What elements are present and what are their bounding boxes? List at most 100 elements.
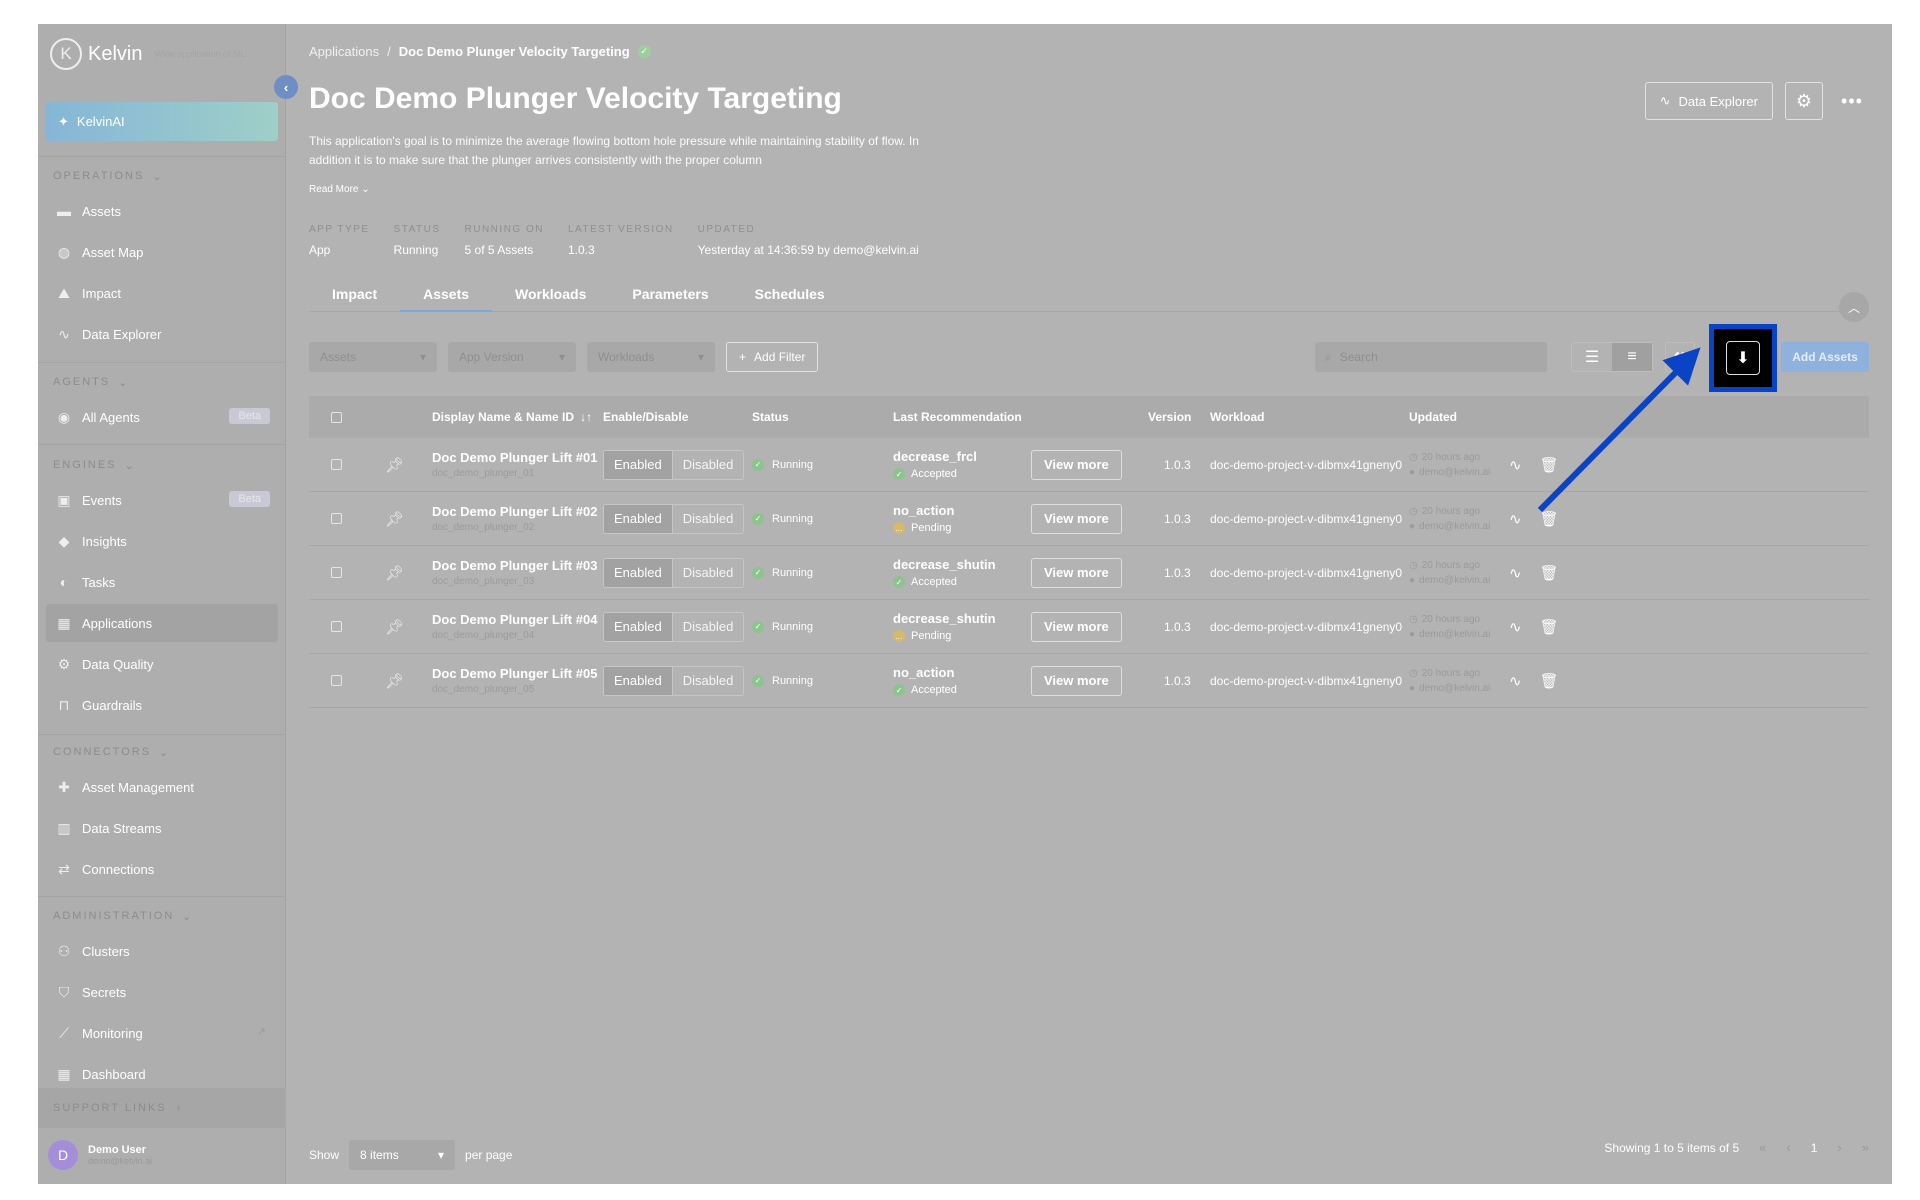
pulse-icon[interactable]: ∿ [1509,456,1522,474]
asset-name-cell[interactable]: Doc Demo Plunger Lift #02 doc_demo_plunge… [432,492,597,545]
trash-icon[interactable]: 🗑︎ [1540,456,1559,474]
last-page-button[interactable]: » [1862,1140,1869,1155]
sidebar-item-all-agents[interactable]: ◉ All Agents Beta [46,398,278,436]
enabled-option[interactable]: Enabled [604,504,673,533]
view-more-button[interactable]: View more [1031,665,1122,696]
trash-icon[interactable]: 🗑︎ [1540,510,1559,528]
sidebar-item-tasks[interactable]: ◐ Tasks [46,563,278,601]
tab-impact[interactable]: Impact [309,286,400,312]
read-more-link[interactable]: Read More ⌄ [309,184,370,195]
settings-button[interactable]: ⚙ [1785,82,1823,120]
view-more-button[interactable]: View more [1031,611,1122,642]
sidebar-item-monitoring[interactable]: ⟋ Monitoring ↗ [46,1014,278,1052]
view-more-button[interactable]: View more [1031,557,1122,588]
row-checkbox[interactable] [331,600,342,653]
asset-name-cell[interactable]: Doc Demo Plunger Lift #05 doc_demo_plunge… [432,654,597,707]
more-options-button[interactable]: ••• [1835,91,1869,112]
trash-icon[interactable]: 🗑︎ [1540,618,1559,636]
kelvinai-button[interactable]: ✦ KelvinAI [46,102,278,141]
compact-view-button[interactable]: ☰ [1572,343,1612,371]
table-row[interactable]: 📌︎ Doc Demo Plunger Lift #02 doc_demo_plu… [309,492,1869,546]
pin-icon[interactable]: 📌︎ [385,546,404,599]
add-filter-button[interactable]: + Add Filter [726,342,819,372]
workload-cell[interactable]: doc-demo-project-v-dibmx41gneny0 [1210,654,1402,707]
pin-icon[interactable]: 📌︎ [385,600,404,653]
table-row[interactable]: 📌︎ Doc Demo Plunger Lift #03 doc_demo_plu… [309,546,1869,600]
download-button[interactable]: ⬇ [1726,341,1760,375]
pin-icon[interactable]: 📌︎ [385,438,404,491]
section-engines[interactable]: ENGINES ⌄ [53,459,136,472]
first-page-button[interactable]: « [1759,1140,1766,1155]
workload-cell[interactable]: doc-demo-project-v-dibmx41gneny0 [1210,600,1402,653]
sidebar-item-data-streams[interactable]: ▥ Data Streams [46,809,278,847]
sidebar-item-data-quality[interactable]: ⚙ Data Quality [46,645,278,683]
disabled-option[interactable]: Disabled [673,451,744,479]
row-checkbox[interactable] [331,492,342,545]
select-all-checkbox[interactable] [331,396,342,438]
enabled-option[interactable]: Enabled [604,666,673,695]
trash-icon[interactable]: 🗑︎ [1540,672,1559,690]
enabled-option[interactable]: Enabled [604,612,673,641]
row-checkbox[interactable] [331,546,342,599]
support-links[interactable]: SUPPORT LINKS › [38,1088,286,1128]
sidebar-item-clusters[interactable]: ⚇ Clusters [46,932,278,970]
sidebar-item-asset-management[interactable]: ✚ Asset Management [46,768,278,806]
asset-name-cell[interactable]: Doc Demo Plunger Lift #04 doc_demo_plunge… [432,600,597,653]
page-number[interactable]: 1 [1811,1141,1818,1155]
breadcrumb-applications[interactable]: Applications [309,44,379,59]
pulse-icon[interactable]: ∿ [1509,510,1522,528]
sidebar-item-applications[interactable]: ▦ Applications [46,604,278,642]
section-agents[interactable]: AGENTS ⌄ [53,376,129,389]
sidebar-item-connections[interactable]: ⇄ Connections [46,850,278,888]
tab-workloads[interactable]: Workloads [492,286,609,312]
sidebar-item-data-explorer[interactable]: ∿ Data Explorer [46,315,278,353]
pulse-icon[interactable]: ∿ [1509,618,1522,636]
enabled-option[interactable]: Enabled [604,450,673,479]
col-name[interactable]: Display Name & Name ID ↓↑ [432,396,592,438]
enabled-option[interactable]: Enabled [604,558,673,587]
table-row[interactable]: 📌︎ Doc Demo Plunger Lift #04 doc_demo_plu… [309,600,1869,654]
workload-cell[interactable]: doc-demo-project-v-dibmx41gneny0 [1210,546,1402,599]
sidebar-item-guardrails[interactable]: ⊓ Guardrails [46,686,278,724]
row-checkbox[interactable] [331,438,342,491]
user-profile[interactable]: D Demo User demo@kelvin.ai [48,1140,152,1170]
tab-schedules[interactable]: Schedules [732,286,848,312]
sidebar-item-asset-map[interactable]: ◍ Asset Map [46,233,278,271]
search-input[interactable]: ⌕ Search [1315,342,1547,372]
next-page-button[interactable]: › [1837,1140,1841,1155]
tab-parameters[interactable]: Parameters [609,286,731,312]
collapse-header-button[interactable]: ︿ [1839,292,1869,322]
prev-page-button[interactable]: ‹ [1786,1140,1790,1155]
workloads-filter-select[interactable]: Workloads ▾ [587,342,715,372]
pulse-icon[interactable]: ∿ [1509,672,1522,690]
app-version-filter-select[interactable]: App Version ▾ [448,342,576,372]
collapse-sidebar-button[interactable]: ‹ [274,75,298,99]
table-row[interactable]: 📌︎ Doc Demo Plunger Lift #05 doc_demo_plu… [309,654,1869,708]
page-size-select[interactable]: 8 items ▾ [349,1140,456,1170]
disabled-option[interactable]: Disabled [673,667,744,695]
asset-name-cell[interactable]: Doc Demo Plunger Lift #01 doc_demo_plunge… [432,438,597,491]
sidebar-item-assets[interactable]: ▬ Assets [46,192,278,230]
tab-assets[interactable]: Assets [400,286,493,312]
section-administration[interactable]: ADMINISTRATION ⌄ [53,910,194,923]
workload-cell[interactable]: doc-demo-project-v-dibmx41gneny0 [1210,492,1402,545]
section-operations[interactable]: OPERATIONS ⌄ [53,170,164,183]
pin-icon[interactable]: 📌︎ [385,492,404,545]
data-explorer-button[interactable]: ∿ Data Explorer [1644,82,1773,120]
pulse-icon[interactable]: ∿ [1509,564,1522,582]
kelvin-logo[interactable]: K Kelvin Wide application of ML [50,38,246,70]
sidebar-item-secrets[interactable]: ⛉ Secrets [46,973,278,1011]
row-checkbox[interactable] [331,654,342,707]
list-view-button[interactable]: ≡ [1612,343,1652,371]
disabled-option[interactable]: Disabled [673,559,744,587]
workload-cell[interactable]: doc-demo-project-v-dibmx41gneny0 [1210,438,1402,491]
view-more-button[interactable]: View more [1031,449,1122,480]
sidebar-item-impact[interactable]: ⛰ Impact [46,274,278,312]
sidebar-item-insights[interactable]: ◆ Insights [46,522,278,560]
view-more-button[interactable]: View more [1031,503,1122,534]
column-settings-button[interactable]: ⚒ [1665,342,1695,372]
table-row[interactable]: 📌︎ Doc Demo Plunger Lift #01 doc_demo_plu… [309,438,1869,492]
disabled-option[interactable]: Disabled [673,505,744,533]
add-assets-button[interactable]: Add Assets [1781,342,1869,372]
section-connectors[interactable]: CONNECTORS ⌄ [53,746,170,759]
